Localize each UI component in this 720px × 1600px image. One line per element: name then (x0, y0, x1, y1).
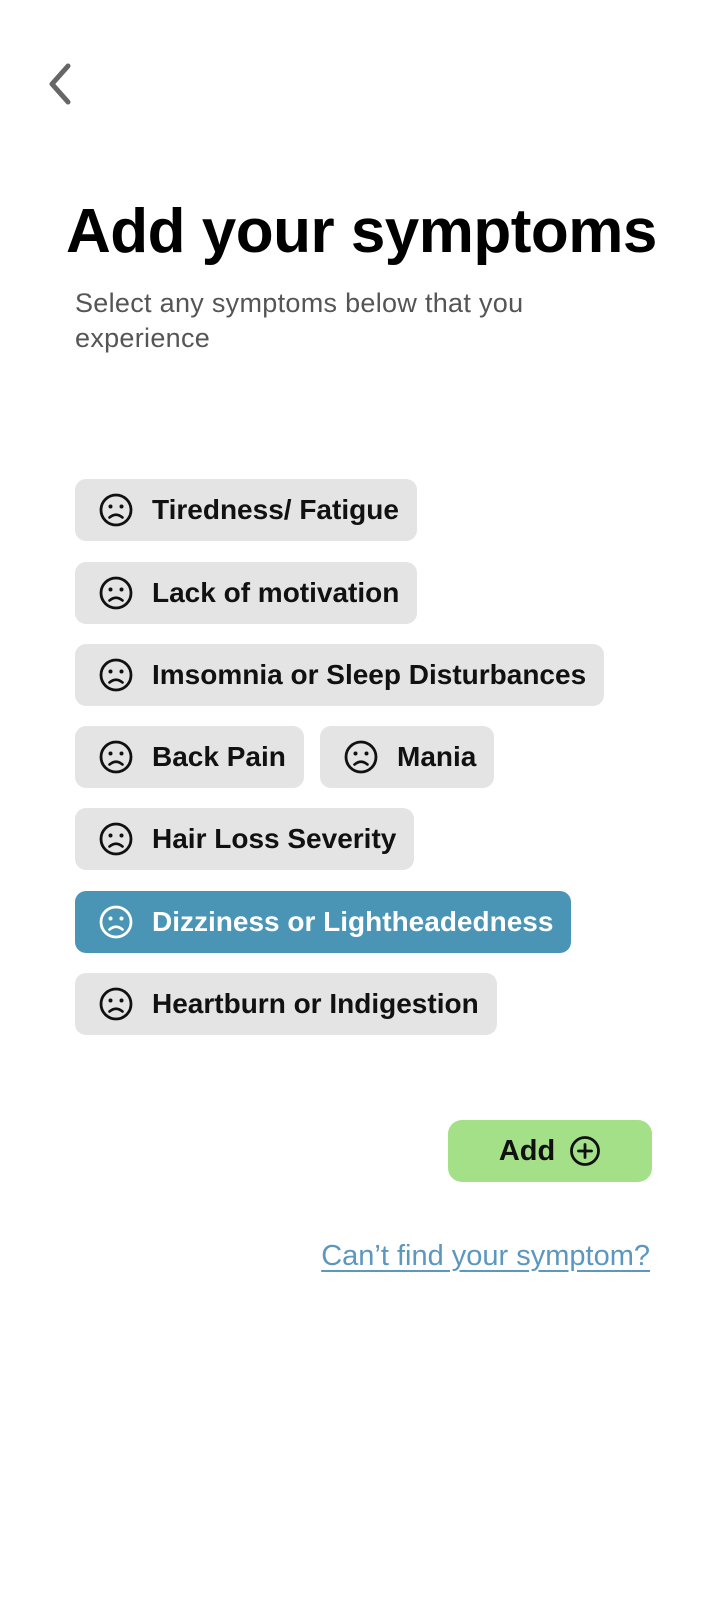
sad-face-icon (343, 739, 379, 775)
plus-circle-icon (569, 1135, 601, 1167)
sad-face-icon (98, 575, 134, 611)
cant-find-symptom-link[interactable]: Can’t find your symptom? (321, 1240, 650, 1273)
page-title: Add your symptoms (66, 197, 657, 266)
sad-face-icon (98, 657, 134, 693)
symptom-chip-mania[interactable]: Mania (320, 726, 495, 788)
symptom-chip-back-pain[interactable]: Back Pain (75, 726, 304, 788)
sad-face-icon (98, 492, 134, 528)
page-subtitle: Select any symptoms below that you exper… (75, 288, 524, 353)
add-button-label: Add (498, 1134, 556, 1167)
back-button[interactable] (40, 56, 80, 112)
sad-face-icon (98, 739, 134, 775)
sad-face-icon (98, 986, 134, 1022)
symptom-chip-label: Dizziness or Lightheadedness (152, 906, 554, 937)
symptom-chip-label: Lack of motivation (152, 577, 400, 608)
symptom-chip-hair-loss[interactable]: Hair Loss Severity (75, 808, 415, 870)
symptom-chip-label: Heartburn or Indigestion (152, 988, 479, 1019)
sad-face-icon (98, 821, 134, 857)
symptom-chip-label: Tiredness/ Fatigue (152, 494, 399, 525)
symptom-chip-dizziness[interactable]: Dizziness or Lightheadedness (75, 891, 572, 953)
sad-face-icon (98, 904, 134, 940)
symptom-chip-label: Back Pain (152, 741, 286, 772)
symptom-chip-lack-of-motivation[interactable]: Lack of motivation (75, 562, 418, 624)
symptom-chip-tiredness[interactable]: Tiredness/ Fatigue (75, 479, 417, 541)
chevron-left-icon (49, 63, 71, 105)
symptom-chip-label: Imsomnia or Sleep Disturbances (152, 659, 587, 690)
symptom-chip-label: Mania (397, 741, 477, 772)
symptom-chip-label: Hair Loss Severity (152, 823, 397, 854)
symptom-chip-insomnia[interactable]: Imsomnia or Sleep Disturbances (75, 644, 605, 706)
add-button[interactable]: Add (448, 1120, 652, 1182)
symptom-chip-heartburn[interactable]: Heartburn or Indigestion (75, 973, 497, 1035)
